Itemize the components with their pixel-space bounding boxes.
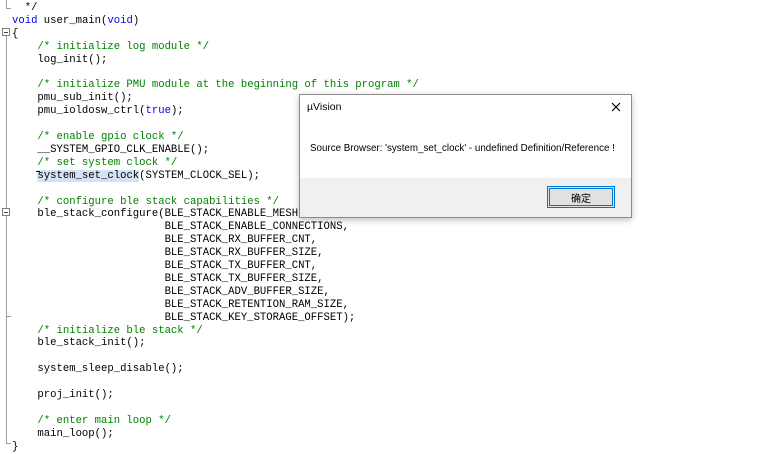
code-line[interactable]: pmu_ioldosw_ctrl(true);	[12, 105, 184, 118]
dialog-footer: 确定	[300, 178, 631, 217]
code-text: user_main(	[37, 14, 108, 27]
code-line[interactable]: BLE_STACK_TX_BUFFER_SIZE,	[12, 273, 324, 286]
code-keyword: void	[12, 14, 38, 27]
code-line[interactable]: ble_stack_init();	[12, 337, 146, 350]
code-comment: /* set system clock */	[12, 156, 178, 169]
code-text: {	[12, 27, 19, 40]
code-text: log_init();	[12, 53, 108, 66]
code-line[interactable]: log_init();	[12, 54, 107, 67]
code-text: BLE_STACK_RX_BUFFER_CNT,	[12, 234, 318, 247]
code-line[interactable]: /* initialize log module */	[12, 41, 209, 54]
code-keyword: true	[145, 105, 171, 118]
code-text: ble_stack_configure(BLE_STACK_ENABLE_MES…	[12, 208, 305, 221]
code-line[interactable]: ble_stack_configure(BLE_STACK_ENABLE_MES…	[12, 208, 304, 221]
code-line[interactable]: system_sleep_disable();	[12, 363, 184, 376]
code-text: }	[12, 440, 19, 453]
code-line[interactable]: BLE_STACK_ENABLE_CONNECTIONS,	[12, 221, 349, 234]
code-line[interactable]: */	[12, 2, 38, 15]
fold-end	[6, 8, 11, 9]
code-text: BLE_STACK_TX_BUFFER_CNT,	[12, 260, 318, 272]
code-line[interactable]: /* set system clock */	[12, 157, 177, 170]
code-line[interactable]: pmu_sub_init();	[12, 92, 133, 105]
code-comment: /* initialize ble stack */	[12, 324, 203, 337]
code-keyword: void	[107, 14, 133, 27]
code-text: BLE_STACK_ENABLE_CONNECTIONS,	[12, 221, 349, 234]
code-line[interactable]: proj_init();	[12, 389, 114, 402]
code-text: system_sleep_disable();	[12, 363, 184, 376]
code-line[interactable]: {	[12, 28, 18, 41]
code-line[interactable]: BLE_STACK_RETENTION_RAM_SIZE,	[12, 299, 349, 312]
code-text: BLE_STACK_ADV_BUFFER_SIZE,	[12, 285, 330, 298]
code-line[interactable]: /* enable gpio clock */	[12, 131, 184, 144]
code-line[interactable]: /* initialize ble stack */	[12, 324, 203, 338]
code-line[interactable]: BLE_STACK_RX_BUFFER_CNT,	[12, 234, 318, 247]
fold-toggle-icon[interactable]	[2, 28, 10, 36]
message-dialog: µVision Source Browser: 'system_set_cloc…	[299, 94, 632, 218]
dialog-message: Source Browser: 'system_set_clock' - und…	[310, 143, 615, 154]
code-text: (SYSTEM_CLOCK_SEL);	[139, 169, 260, 182]
code-text: BLE_STACK_TX_BUFFER_SIZE,	[12, 272, 324, 285]
code-line[interactable]: BLE_STACK_RX_BUFFER_SIZE,	[12, 247, 324, 260]
code-text: */	[12, 2, 38, 14]
code-text: BLE_STACK_KEY_STORAGE_OFFSET);	[12, 311, 356, 324]
code-comment: /* configure ble stack capabilities */	[12, 195, 280, 208]
code-line[interactable]: system_set_clock(SYSTEM_CLOCK_SEL);	[12, 169, 260, 183]
close-icon	[611, 102, 621, 112]
dialog-content: Source Browser: 'system_set_clock' - und…	[300, 121, 631, 178]
fold-guide	[6, 316, 7, 444]
code-text: __SYSTEM_GPIO_CLK_ENABLE();	[12, 143, 210, 156]
code-line[interactable]: }	[12, 441, 18, 454]
code-text: BLE_STACK_RETENTION_RAM_SIZE,	[12, 298, 349, 311]
code-text: BLE_STACK_RX_BUFFER_SIZE,	[12, 247, 324, 260]
code-text: main_loop();	[12, 427, 114, 440]
selected-identifier: system_set_clock	[37, 169, 140, 182]
fold-guide	[6, 0, 7, 8]
dialog-title: µVision	[307, 101, 342, 113]
ok-button[interactable]: 确定	[547, 186, 615, 208]
dialog-titlebar[interactable]: µVision	[300, 95, 631, 121]
code-comment: /* initialize log module */	[12, 40, 210, 53]
text-cursor	[36, 171, 40, 172]
code-text: );	[170, 105, 184, 118]
code-comment: /* enter main loop */	[12, 414, 171, 427]
code-line[interactable]: /* enter main loop */	[12, 415, 171, 428]
code-text: )	[132, 14, 140, 27]
fold-guide	[6, 216, 7, 316]
close-button[interactable]	[603, 96, 629, 118]
code-line[interactable]: main_loop();	[12, 427, 114, 441]
code-comment: /* enable gpio clock */	[12, 131, 184, 143]
fold-end	[6, 443, 11, 444]
code-line[interactable]: BLE_STACK_TX_BUFFER_CNT,	[12, 260, 318, 273]
code-text: pmu_ioldosw_ctrl(	[12, 105, 146, 118]
code-line[interactable]: void user_main(void)	[12, 15, 139, 28]
code-text: ble_stack_init();	[12, 337, 146, 350]
code-line[interactable]: /* configure ble stack capabilities */	[12, 196, 279, 209]
fold-toggle-icon[interactable]	[2, 208, 10, 216]
fold-guide	[6, 36, 7, 208]
code-line[interactable]: __SYSTEM_GPIO_CLK_ENABLE();	[12, 144, 209, 157]
code-line[interactable]: BLE_STACK_KEY_STORAGE_OFFSET);	[12, 311, 356, 325]
code-line[interactable]: /* initialize PMU module at the beginnin…	[12, 79, 419, 92]
code-text: proj_init();	[12, 389, 114, 401]
code-line[interactable]: BLE_STACK_ADV_BUFFER_SIZE,	[12, 286, 330, 299]
code-text: pmu_sub_init();	[12, 92, 133, 105]
code-comment: /* initialize PMU module at the beginnin…	[12, 79, 419, 92]
code-editor[interactable]: */void user_main(void){ /* initialize lo…	[0, 0, 760, 453]
